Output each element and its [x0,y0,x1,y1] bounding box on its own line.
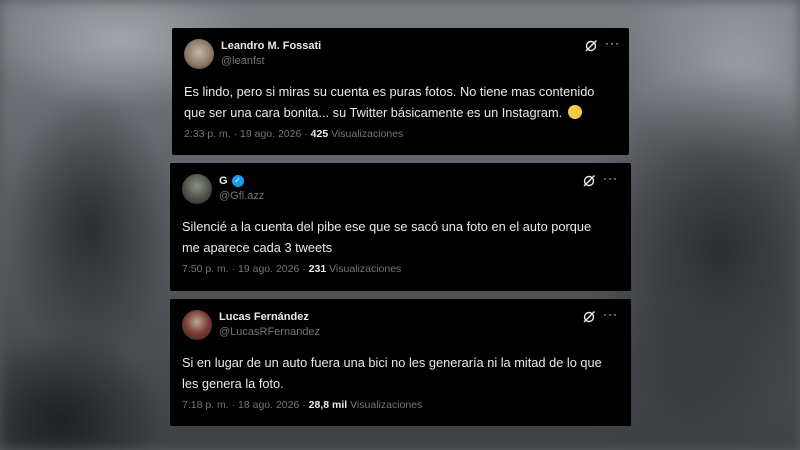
tweet-text: Silencié a la cuenta del pibe ese que se… [182,216,612,258]
grinning-sweat-emoji [567,105,582,119]
verified-badge-icon: ✓ [231,175,244,187]
timestamp[interactable]: 7:50 p. m. · 19 ago. 2026 · [182,263,309,275]
tweet-card[interactable]: G ✓ @Gfl.azz ··· Silencié a la cuenta de… [170,163,631,291]
handle[interactable]: @LucasRFernandez [219,326,320,338]
tweet-card[interactable]: Leandro M. Fossati @leanfst ··· Es lindo… [172,28,629,155]
display-name-text[interactable]: Lucas Fernández [219,311,309,323]
tweet-text: Si en lugar de un auto fuera una bici no… [182,352,612,394]
display-name-text[interactable]: G [219,175,228,187]
display-name[interactable]: Lucas Fernández [219,311,309,323]
grok-icon[interactable] [582,310,596,324]
tweet-card[interactable]: Lucas Fernández @LucasRFernandez ··· Si … [170,299,631,426]
grok-icon[interactable] [582,174,596,188]
tweet-text: Es lindo, pero si miras su cuenta es pur… [184,81,614,123]
tweet-meta: 7:50 p. m. · 19 ago. 2026 · 231 Visualiz… [182,263,401,275]
view-count: 231 [308,263,327,275]
display-name[interactable]: Leandro M. Fossati [221,40,321,52]
grok-icon[interactable] [584,39,598,53]
views-label: Visualizaciones [347,399,423,411]
tweet-text-body: Si en lugar de un auto fuera una bici no… [182,355,602,391]
tweet-meta: 2:33 p. m. · 19 ago. 2026 · 425 Visualiz… [184,128,403,140]
avatar[interactable] [182,310,212,340]
view-count: 425 [310,128,329,140]
handle[interactable]: @Gfl.azz [219,190,264,202]
more-options-icon[interactable]: ··· [603,171,618,185]
more-options-icon[interactable]: ··· [605,36,620,50]
timestamp[interactable]: 7:18 p. m. · 18 ago. 2026 · [182,399,309,411]
display-name-text[interactable]: Leandro M. Fossati [221,40,321,52]
tweet-text-body: Silencié a la cuenta del pibe ese que se… [182,219,592,255]
tweet-text-body: Es lindo, pero si miras su cuenta es pur… [184,84,595,120]
tweet-meta: 7:18 p. m. · 18 ago. 2026 · 28,8 mil Vis… [182,399,422,411]
views-label: Visualizaciones [326,263,402,275]
avatar[interactable] [184,39,214,69]
more-options-icon[interactable]: ··· [603,307,618,321]
views-label: Visualizaciones [328,128,404,140]
display-name[interactable]: G ✓ [219,175,244,187]
avatar[interactable] [182,174,212,204]
handle[interactable]: @leanfst [221,55,265,67]
timestamp[interactable]: 2:33 p. m. · 19 ago. 2026 · [184,128,311,140]
view-count: 28,8 mil [308,399,348,411]
